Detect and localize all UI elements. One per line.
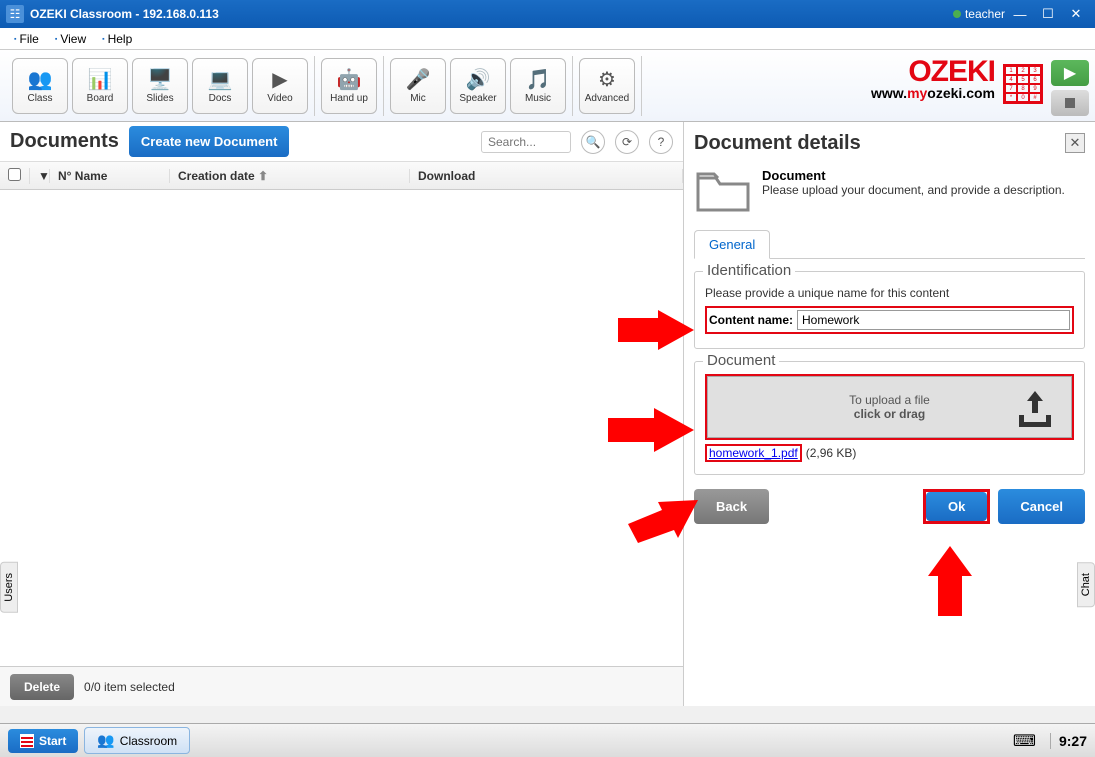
folder-icon: [694, 168, 754, 216]
upload-line1: To upload a file: [849, 393, 930, 407]
toolbar: 👥Class 📊Board 🖥️Slides 💻Docs ▶Video 🤖Han…: [0, 50, 1095, 122]
users-side-tab[interactable]: Users: [0, 562, 18, 613]
details-panel: Chat Document details ✕ Document Please …: [684, 122, 1095, 706]
app-icon: ☷: [6, 5, 24, 23]
identification-desc: Please provide a unique name for this co…: [705, 286, 1074, 300]
upload-line2: click or drag: [849, 407, 930, 421]
documents-panel: Users Documents Create new Document 🔍 ⟳ …: [0, 122, 684, 706]
col-name[interactable]: N° Name: [50, 169, 170, 183]
tool-class[interactable]: 👥Class: [12, 58, 68, 114]
logo-url: www.myozeki.com: [871, 85, 995, 101]
user-name: teacher: [965, 7, 1005, 21]
document-legend: Document: [703, 352, 779, 369]
table-body: [0, 190, 683, 666]
stop-button[interactable]: [1051, 90, 1089, 116]
tool-speaker[interactable]: 🔊Speaker: [450, 58, 506, 114]
close-button[interactable]: ✕: [1063, 4, 1089, 24]
app-title: OZEKI Classroom - 192.168.0.113: [30, 7, 219, 21]
identification-legend: Identification: [703, 262, 795, 279]
clock: 9:27: [1050, 733, 1087, 749]
tool-music[interactable]: 🎵Music: [510, 58, 566, 114]
details-title: Document details: [694, 132, 1065, 155]
selection-count: 0/0 item selected: [84, 680, 175, 694]
tool-slides[interactable]: 🖥️Slides: [132, 58, 188, 114]
logo: OZEKI www.myozeki.com: [871, 58, 995, 101]
title-bar: ☷ OZEKI Classroom - 192.168.0.113 teache…: [0, 0, 1095, 28]
info-description: Please upload your document, and provide…: [762, 183, 1085, 197]
upload-dropzone[interactable]: To upload a file click or drag: [707, 376, 1072, 438]
select-all-checkbox[interactable]: [8, 168, 21, 181]
start-button[interactable]: Start: [8, 729, 78, 753]
keyboard-icon[interactable]: ⌨: [1013, 731, 1036, 751]
tool-board[interactable]: 📊Board: [72, 58, 128, 114]
back-button[interactable]: Back: [694, 489, 769, 524]
cancel-button[interactable]: Cancel: [998, 489, 1085, 524]
create-document-button[interactable]: Create new Document: [129, 126, 290, 157]
chat-side-tab[interactable]: Chat: [1077, 562, 1095, 607]
arrow-annotation-icon: [628, 488, 698, 543]
logo-text: OZEKI: [871, 58, 995, 85]
play-button[interactable]: ▶: [1051, 60, 1089, 86]
upload-icon: [1013, 387, 1057, 436]
search-input[interactable]: [481, 131, 571, 153]
col-creation-date[interactable]: Creation date ⬆: [170, 169, 410, 183]
file-size: (2,96 KB): [806, 446, 857, 460]
arrow-annotation-icon: [618, 310, 694, 350]
search-icon[interactable]: 🔍: [581, 130, 605, 154]
documents-title: Documents: [10, 130, 119, 153]
arrow-annotation-icon: [608, 408, 694, 452]
task-classroom[interactable]: 👥Classroom: [84, 727, 190, 754]
close-details-button[interactable]: ✕: [1065, 133, 1085, 153]
uploaded-file-link[interactable]: homework_1.pdf: [705, 444, 802, 462]
content-name-input[interactable]: [797, 310, 1070, 330]
menu-file[interactable]: File: [6, 32, 47, 46]
refresh-icon[interactable]: ⟳: [615, 130, 639, 154]
tool-mic[interactable]: 🎤Mic: [390, 58, 446, 114]
table-header: ▼ N° Name Creation date ⬆ Download: [0, 162, 683, 190]
keypad-icon[interactable]: 123456789*0#: [1003, 64, 1043, 104]
info-title: Document: [762, 168, 1085, 183]
identification-fieldset: Identification Please provide a unique n…: [694, 271, 1085, 349]
maximize-button[interactable]: ☐: [1035, 4, 1061, 24]
tool-advanced[interactable]: ⚙Advanced: [579, 58, 635, 114]
status-dot-icon: [953, 10, 961, 18]
sort-icon[interactable]: ▼: [30, 169, 50, 183]
document-fieldset: Document To upload a file click or drag …: [694, 361, 1085, 475]
arrow-annotation-icon: [928, 546, 972, 616]
help-icon[interactable]: ?: [649, 130, 673, 154]
menu-help[interactable]: Help: [94, 32, 140, 46]
minimize-button[interactable]: —: [1007, 4, 1033, 24]
menu-bar: File View Help: [0, 28, 1095, 50]
content-name-label: Content name:: [709, 313, 793, 327]
tool-handup[interactable]: 🤖Hand up: [321, 58, 377, 114]
tool-docs[interactable]: 💻Docs: [192, 58, 248, 114]
tab-general[interactable]: General: [694, 230, 770, 259]
delete-button[interactable]: Delete: [10, 674, 74, 700]
menu-view[interactable]: View: [47, 32, 94, 46]
tool-video[interactable]: ▶Video: [252, 58, 308, 114]
taskbar: Start 👥Classroom ⌨ 9:27: [0, 723, 1095, 757]
col-download[interactable]: Download: [410, 169, 683, 183]
ok-button[interactable]: Ok: [926, 492, 987, 521]
